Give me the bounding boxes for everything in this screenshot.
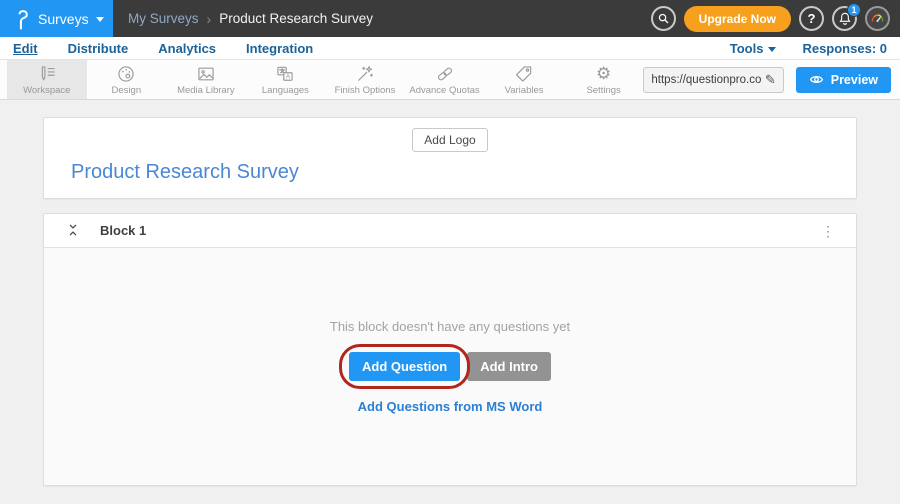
app-label: Surveys (38, 11, 89, 27)
add-logo-button[interactable]: Add Logo (412, 128, 487, 152)
empty-block-message: This block doesn't have any questions ye… (330, 319, 570, 334)
caret-down-icon (96, 17, 104, 22)
search-button[interactable] (651, 6, 676, 31)
block-menu-kebab-icon[interactable]: ⋮ (821, 224, 835, 238)
gear-icon: ⚙ (596, 64, 611, 84)
top-header-bar: Surveys My Surveys › Product Research Su… (0, 0, 900, 37)
surveys-product-menu[interactable]: Surveys (0, 0, 113, 37)
tool-design[interactable]: Design (87, 60, 167, 99)
survey-title[interactable]: Product Research Survey (71, 161, 856, 184)
breadcrumb-current-survey: Product Research Survey (219, 11, 373, 26)
block-name[interactable]: Block 1 (100, 223, 146, 238)
edit-url-pencil-icon[interactable]: ✎ (765, 72, 776, 88)
survey-canvas: Add Logo Product Research Survey Block 1… (0, 100, 900, 504)
block-actions: Add Question Add Intro (349, 352, 551, 381)
block-header: Block 1 ⋮ (44, 214, 856, 248)
tool-languages[interactable]: A Languages (246, 60, 326, 99)
chain-link-icon (435, 64, 455, 84)
breadcrumb: My Surveys › Product Research Survey (128, 11, 373, 27)
tools-menu[interactable]: Tools (730, 41, 777, 56)
breadcrumb-separator-icon: › (207, 11, 212, 27)
survey-header-card: Add Logo Product Research Survey (43, 117, 857, 199)
caret-down-icon (768, 47, 776, 52)
palette-icon (116, 64, 136, 84)
tab-edit[interactable]: Edit (13, 41, 38, 56)
survey-url-box: ✎ (643, 67, 783, 93)
tab-distribute[interactable]: Distribute (68, 41, 129, 56)
search-icon (656, 11, 671, 26)
tools-label: Tools (730, 41, 764, 56)
block-card: Block 1 ⋮ This block doesn't have any qu… (43, 213, 857, 486)
add-intro-button[interactable]: Add Intro (467, 352, 551, 381)
tool-settings[interactable]: ⚙ Settings (564, 60, 644, 99)
add-questions-from-ms-word-link[interactable]: Add Questions from MS Word (358, 399, 543, 414)
help-button[interactable]: ? (799, 6, 824, 31)
tab-analytics[interactable]: Analytics (158, 41, 216, 56)
tool-advance-quotas[interactable]: Advance Quotas (405, 60, 485, 99)
tab-integration[interactable]: Integration (246, 41, 313, 56)
editor-toolbar: Workspace Design Media Library (0, 60, 900, 100)
tool-finish-options[interactable]: Finish Options (325, 60, 405, 99)
translate-icon: A (275, 64, 295, 84)
questionpro-logo-icon (16, 8, 31, 30)
magic-wand-icon (355, 64, 375, 84)
header-actions: Upgrade Now ? 1 (651, 6, 900, 32)
notifications-button[interactable]: 1 (832, 6, 857, 31)
notification-badge: 1 (847, 3, 861, 17)
block-empty-state: This block doesn't have any questions ye… (44, 248, 856, 485)
collapse-block-button[interactable] (65, 223, 81, 239)
tool-workspace[interactable]: Workspace (7, 60, 87, 99)
survey-url-input[interactable] (651, 74, 760, 86)
account-avatar[interactable] (865, 6, 890, 31)
workspace-icon (37, 64, 57, 84)
add-question-button[interactable]: Add Question (349, 352, 460, 381)
nav-right-group: Tools Responses: 0 (730, 41, 887, 56)
eye-icon (809, 74, 824, 85)
image-icon (196, 64, 216, 84)
preview-button[interactable]: Preview (796, 67, 891, 93)
upgrade-now-button[interactable]: Upgrade Now (684, 6, 791, 32)
survey-tabs-bar: Edit Distribute Analytics Integration To… (0, 37, 900, 60)
questionpro-app: Surveys My Surveys › Product Research Su… (0, 0, 900, 504)
tool-media-library[interactable]: Media Library (166, 60, 246, 99)
help-icon: ? (808, 11, 816, 26)
responses-count[interactable]: Responses: 0 (802, 41, 887, 56)
collapse-vertical-icon (66, 223, 80, 237)
breadcrumb-my-surveys[interactable]: My Surveys (128, 11, 199, 26)
tag-icon (514, 64, 534, 84)
tool-variables[interactable]: Variables (484, 60, 564, 99)
gauge-icon (869, 10, 886, 27)
